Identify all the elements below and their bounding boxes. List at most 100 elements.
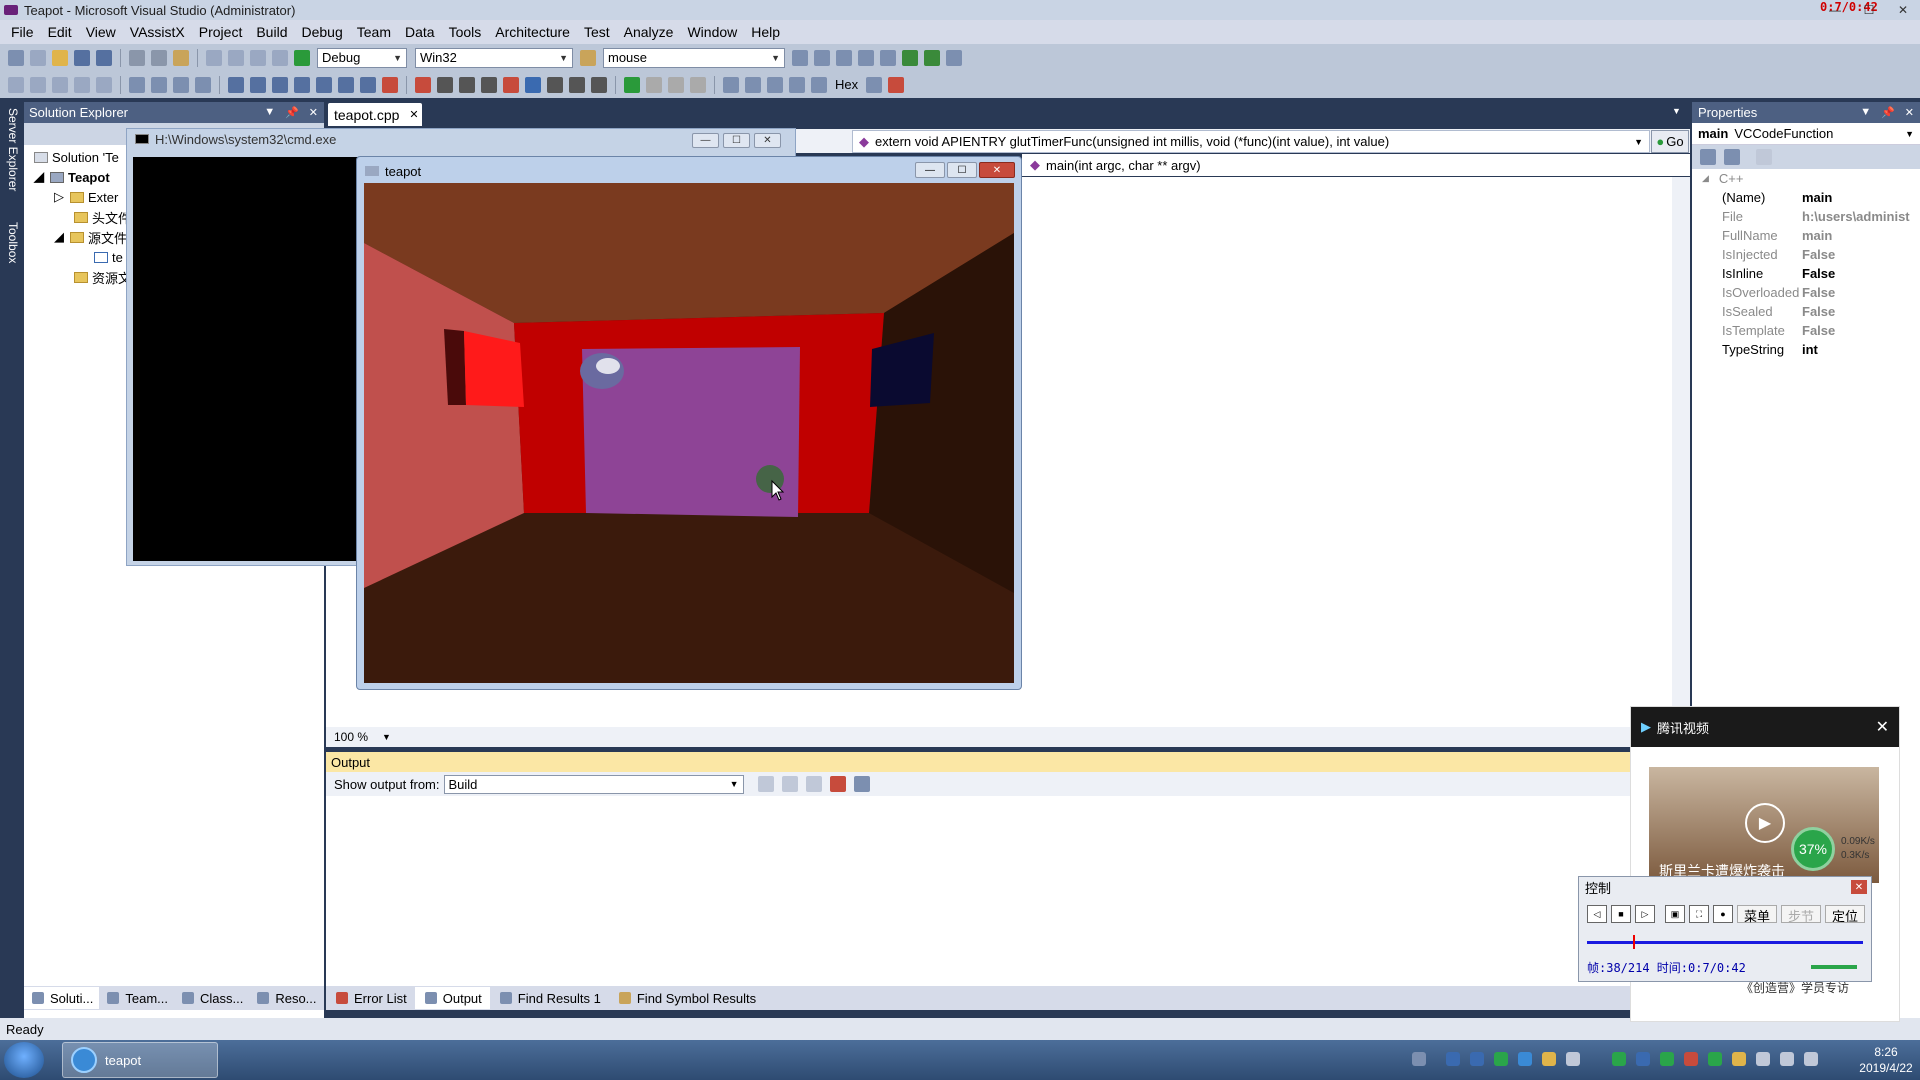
cut-icon[interactable] [129,49,145,66]
vassist-icon-5[interactable] [503,76,519,93]
go-button[interactable]: ● Go [1651,130,1689,153]
minimize-button[interactable]: — [1818,0,1852,20]
navigate-icon[interactable] [250,49,266,66]
alphabetical-icon[interactable] [1724,149,1740,165]
tab-solution-explorer[interactable]: Soluti... [24,987,100,1009]
menu-view[interactable]: View [79,24,123,40]
vassist-icon-9[interactable] [591,76,607,93]
menu-data[interactable]: Data [398,24,442,40]
tray-icon-10[interactable] [1660,1052,1674,1066]
output-text[interactable] [326,796,1690,976]
close-button[interactable]: ✕ [1886,0,1920,20]
memory-usage-badge[interactable]: 37% [1791,827,1835,871]
opengl-viewport[interactable] [364,183,1014,683]
video-thumbnail[interactable]: ▶ 斯里兰卡遭爆炸袭击 [1649,767,1879,883]
progress-track[interactable] [1587,941,1863,944]
stop-debugging-icon[interactable] [668,76,684,93]
find-in-files-icon[interactable] [580,49,596,66]
taskbar-app-teapot[interactable]: teapot [62,1042,218,1078]
object-browser-icon[interactable] [836,49,852,66]
properties-object-select[interactable]: main VCCodeFunction ▼ [1692,123,1920,145]
save-icon[interactable] [74,49,90,66]
prev-bookmark-icon[interactable] [250,76,266,93]
step-out-icon[interactable] [789,76,805,93]
property-row[interactable]: IsInjected False [1692,245,1920,264]
prev-frame-icon[interactable]: ◁ [1587,905,1607,923]
property-row[interactable]: IsTemplate False [1692,321,1920,340]
hex-toggle[interactable]: Hex [831,77,862,92]
open-file-icon[interactable] [52,49,68,66]
property-row[interactable]: IsOverloaded False [1692,283,1920,302]
tab-error-list[interactable]: Error List [326,991,415,1006]
server-explorer-tab[interactable]: Server Explorer [2,108,20,191]
menu-team[interactable]: Team [350,24,398,40]
start-button[interactable] [4,1042,44,1078]
menu-file[interactable]: File [4,24,41,40]
menu-window[interactable]: Window [680,24,744,40]
outdent-icon[interactable] [151,76,167,93]
close-button[interactable]: ✕ [1851,880,1867,894]
solution-explorer-icon[interactable] [792,49,808,66]
platform-select[interactable]: Win32 ▼ [415,47,573,68]
close-icon[interactable]: ✕ [409,108,418,121]
tray-icon-9[interactable] [1636,1052,1650,1066]
menu-test[interactable]: Test [577,24,617,40]
clear-all-icon[interactable] [829,776,846,792]
add-item-icon[interactable] [30,49,46,66]
step-into-icon[interactable] [745,76,761,93]
collapse-arrow-icon[interactable]: ◢ [1702,173,1709,184]
extension-manager-icon[interactable] [902,49,918,66]
comment-icon[interactable] [173,76,189,93]
property-row[interactable]: FullName main [1692,226,1920,245]
tray-icon-2[interactable] [1446,1052,1460,1066]
tray-icon-5[interactable] [1518,1052,1532,1066]
toolbar-icon-2[interactable] [30,76,46,93]
tray-icon-6[interactable] [1542,1052,1556,1066]
vassist-icon-6[interactable] [525,76,541,93]
play-icon[interactable]: ▶ [1745,803,1785,843]
clear-bookmarks-icon[interactable] [338,76,354,93]
menu-debug[interactable]: Debug [294,24,349,40]
output-source-select[interactable]: Build ▼ [443,774,744,794]
breakpoints-icon[interactable] [888,76,905,93]
expand-arrow-icon[interactable]: ◢ [34,169,44,185]
close-icon[interactable]: ✕ [1876,717,1889,737]
close-button[interactable]: ✕ [979,162,1015,178]
zoom-level[interactable]: 100 % [334,730,368,744]
quickwatch-icon[interactable] [811,76,827,93]
chevron-down-icon[interactable]: ▼ [1672,106,1681,116]
start-debugging-icon[interactable] [294,49,310,66]
pin-icon[interactable]: 📌 [285,106,299,119]
menu-button[interactable]: 菜单 [1737,905,1778,924]
volume-slider[interactable] [1811,965,1857,969]
dropdown-icon[interactable]: ▼ [1860,106,1871,119]
word-wrap-icon[interactable] [853,776,870,792]
tray-icon-8[interactable] [1612,1052,1626,1066]
prev-message-icon[interactable] [781,776,798,792]
restart-icon[interactable] [690,76,706,93]
clock[interactable]: 8:26 2019/4/22 [1856,1044,1916,1076]
break-all-icon[interactable] [646,76,662,93]
minimize-button[interactable]: — [692,133,719,148]
properties-icon[interactable] [814,49,830,66]
find-combo[interactable]: mouse ▼ [603,47,785,68]
redo-icon[interactable] [228,49,244,66]
command-window-icon[interactable] [946,49,962,66]
menu-project[interactable]: Project [192,24,250,40]
save-all-icon[interactable] [96,49,112,66]
step-over-icon[interactable] [767,76,783,93]
tab-find-symbol-results[interactable]: Find Symbol Results [609,991,764,1006]
member-navigation-select[interactable]: ◆ main(int argc, char ** argv) [1022,154,1690,176]
dropdown-icon[interactable]: ▼ [264,106,275,119]
tab-class-view[interactable]: Class... [174,991,249,1006]
next-frame-icon[interactable]: ▷ [1635,905,1655,923]
indent-icon[interactable] [129,76,145,93]
bookmark-window-icon[interactable] [360,76,376,93]
tab-team-explorer[interactable]: Team... [99,991,174,1006]
property-row[interactable]: IsSealed False [1692,302,1920,321]
vassist-icon-4[interactable] [481,76,497,93]
menu-vassistx[interactable]: VAssistX [123,24,192,40]
property-row[interactable]: IsInline False [1692,264,1920,283]
vassist-icon-3[interactable] [459,76,475,93]
network-icon[interactable] [1780,1052,1794,1066]
